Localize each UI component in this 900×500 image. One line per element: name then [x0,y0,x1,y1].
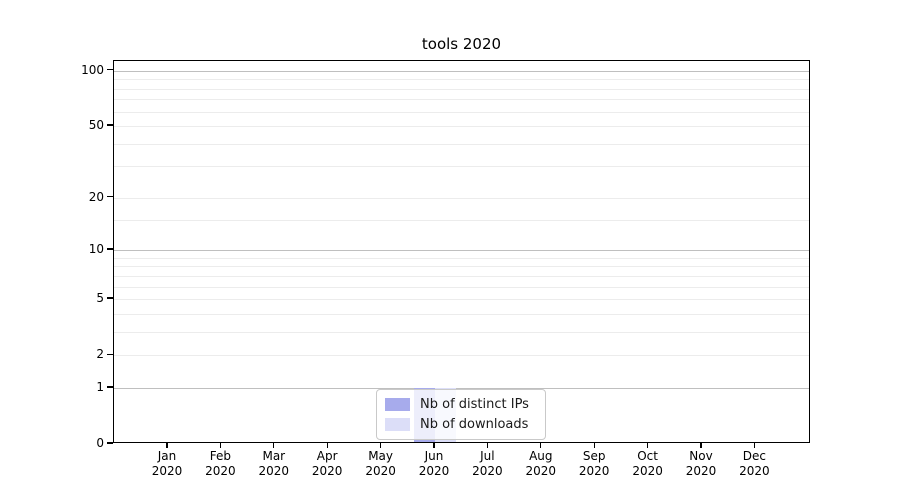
gridline-minor [114,313,809,315]
x-tick-label: Dec 2020 [722,449,786,479]
x-tick-mark [219,443,222,448]
x-tick-mark [540,443,542,448]
y-tick-label: 100 [81,62,104,77]
legend-label-downloads: Nb of downloads [420,416,529,432]
gridline-minor [114,331,809,333]
gridline-minor [114,257,809,259]
x-tick-mark [646,443,649,448]
y-tick-mark [107,386,113,388]
y-tick-label: 20 [88,189,104,204]
y-tick-label: 2 [96,347,104,362]
gridline-minor [114,197,809,199]
x-tick-mark [486,443,489,448]
gridline-major [114,70,809,72]
y-tick-mark [107,248,113,250]
gridline-minor [114,143,809,145]
y-tick-label: 10 [88,242,104,257]
gridline-minor [114,88,809,90]
legend-entry: Nb of downloads [385,417,537,432]
y-tick-mark [107,196,113,198]
x-tick-mark [379,443,382,448]
gridline-minor [114,99,809,101]
legend-swatch-distinct-ips-icon [385,398,410,412]
legend-entry: Nb of distinct IPs [385,397,537,412]
y-tick-mark [107,353,113,355]
plot-area [113,60,810,443]
gridline-major [114,250,809,252]
gridline-minor [114,126,809,127]
y-tick-label: 50 [88,118,104,132]
chart-figure: tools 2020 0 1 2 5 10 20 50 100 Jan 2020 Feb 2020 M… [0,0,900,500]
gridline-minor [114,266,809,268]
y-tick-mark [107,442,113,444]
x-tick-mark [273,443,275,448]
y-tick-mark [107,69,113,71]
gridline-minor [114,275,809,277]
x-tick-mark [700,443,702,448]
y-tick-label: 0 [96,436,104,450]
y-tick-label: 1 [96,379,104,394]
gridline-minor [114,286,809,288]
gridline-minor [114,219,809,221]
gridline-minor [114,79,809,81]
x-tick-mark [166,443,168,448]
x-tick-mark [753,443,756,448]
x-tick-month: Dec [742,449,766,463]
x-tick-year: 2020 [739,464,770,478]
chart-title: tools 2020 [421,35,502,53]
legend-label-distinct-ips: Nb of distinct IPs [420,397,529,413]
y-tick-mark [107,297,113,299]
gridline-minor [114,299,809,301]
gridline-minor [114,355,809,357]
legend: Nb of distinct IPs Nb of downloads [376,389,546,440]
x-tick-mark [433,443,435,448]
gridline-minor [114,111,809,113]
gridline-minor [114,166,809,168]
y-tick-mark [107,124,113,126]
y-tick-label: 5 [96,291,104,306]
legend-swatch-downloads-icon [385,417,410,431]
x-tick-mark [593,443,595,448]
x-tick-mark [326,443,328,448]
